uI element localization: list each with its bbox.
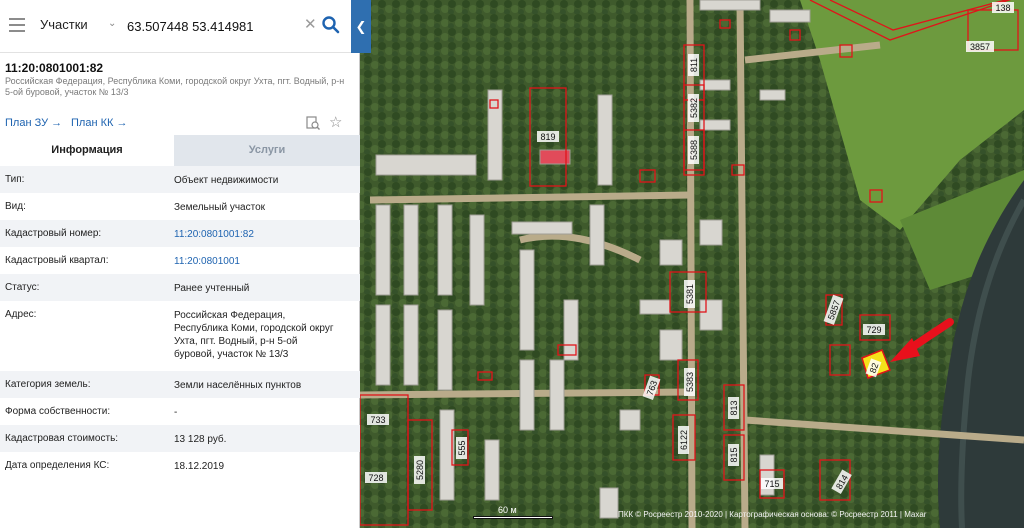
plan-zu-link[interactable]: План ЗУ →: [5, 117, 62, 129]
plot-number-label[interactable]: 813: [728, 397, 739, 419]
star-icon[interactable]: ☆: [329, 113, 342, 131]
info-row-status: Статус: Ранее учтенный: [0, 274, 360, 301]
scale-label: 60 м: [498, 505, 517, 515]
info-value: 13 128 руб.: [174, 434, 227, 445]
svg-text:5280: 5280: [415, 460, 425, 480]
svg-text:813: 813: [729, 400, 739, 415]
svg-text:5382: 5382: [689, 98, 699, 118]
cadastral-number-title: 11:20:0801001:82: [5, 61, 104, 75]
search-input[interactable]: [127, 16, 297, 36]
tab-services[interactable]: Услуги: [174, 135, 360, 166]
info-row-ownership: Форма собственности: -: [0, 398, 360, 425]
plot-number-label[interactable]: 815: [728, 444, 739, 466]
svg-text:715: 715: [764, 479, 779, 489]
svg-text:5383: 5383: [685, 372, 695, 392]
info-label: Адрес:: [5, 309, 37, 320]
info-label: Кадастровый номер:: [5, 228, 102, 239]
info-label: Кадастровый квартал:: [5, 255, 109, 266]
cadastral-quarter-link[interactable]: 11:20:0801001: [174, 255, 354, 268]
svg-text:555: 555: [457, 440, 467, 455]
svg-text:6122: 6122: [679, 430, 689, 450]
info-row-kind: Вид: Земельный участок: [0, 193, 360, 220]
tab-info[interactable]: Информация: [0, 135, 174, 166]
plot-number-label[interactable]: 5381: [684, 280, 695, 308]
svg-text:815: 815: [729, 447, 739, 462]
info-label: Статус:: [5, 282, 40, 293]
info-row-cadastral-number: Кадастровый номер: 11:20:0801001:82: [0, 220, 360, 247]
zoom-to-object-icon[interactable]: [306, 116, 320, 130]
plot-number-label[interactable]: 5388: [688, 136, 699, 164]
info-label: Вид:: [5, 201, 26, 212]
search-bar: Участки ⌄ ✕: [0, 0, 351, 53]
chevron-down-icon[interactable]: ⌄: [108, 18, 116, 29]
plot-number-label[interactable]: 715: [761, 478, 783, 489]
plot-number-label[interactable]: 555: [456, 437, 467, 459]
map-copyright: ПКК © Росреестр 2010-2020 | Картографиче…: [618, 510, 927, 519]
svg-text:728: 728: [368, 473, 383, 483]
info-label: Кадастровая стоимость:: [5, 433, 119, 444]
info-row-value-date: Дата определения КС: 18.12.2019: [0, 452, 360, 479]
cadastral-number-link[interactable]: 11:20:0801001:82: [174, 228, 354, 241]
layer-select[interactable]: Участки: [40, 17, 88, 32]
svg-text:733: 733: [370, 415, 385, 425]
search-icon[interactable]: [321, 15, 341, 35]
tabs: Информация Услуги: [0, 135, 360, 166]
svg-text:5388: 5388: [689, 140, 699, 160]
info-sidebar: Участки ⌄ ✕ ❮ 11:20:0801001:82 Российска…: [0, 0, 371, 528]
hamburger-menu-icon[interactable]: [9, 18, 25, 32]
info-value: Земельный участок: [174, 202, 266, 213]
svg-text:729: 729: [866, 325, 881, 335]
info-value: Земли населённых пунктов: [174, 380, 302, 391]
info-row-address: Адрес: Российская Федерация, Республика …: [0, 301, 360, 371]
plot-number-label[interactable]: 6122: [678, 426, 689, 454]
info-label: Категория земель:: [5, 379, 91, 390]
svg-text:5381: 5381: [685, 284, 695, 304]
plot-number-label[interactable]: 138: [992, 2, 1014, 13]
info-row-land-category: Категория земель: Земли населённых пункт…: [0, 371, 360, 398]
plot-number-label[interactable]: 733: [367, 414, 389, 425]
plot-number-label[interactable]: 5383: [684, 368, 695, 396]
svg-text:819: 819: [540, 132, 555, 142]
info-value: 18.12.2019: [174, 461, 225, 472]
info-value: Российская Федерация, Республика Коми, г…: [174, 310, 334, 360]
info-value: Объект недвижимости: [174, 175, 279, 186]
plot-number-label[interactable]: 811: [688, 54, 699, 76]
info-label: Форма собственности:: [5, 406, 111, 417]
info-row-cadastral-quarter: Кадастровый квартал: 11:20:0801001: [0, 247, 360, 274]
plot-number-label[interactable]: 3857: [966, 41, 994, 52]
scale-bar: [473, 516, 553, 519]
info-label: Дата определения КС:: [5, 460, 110, 471]
plot-number-label[interactable]: 728: [365, 472, 387, 483]
plot-number-label[interactable]: 819: [537, 131, 559, 142]
info-value: -: [174, 407, 178, 418]
plot-number-label[interactable]: 5280: [414, 456, 425, 484]
svg-text:3857: 3857: [970, 42, 990, 52]
info-row-type: Тип: Объект недвижимости: [0, 166, 360, 193]
svg-text:138: 138: [995, 3, 1010, 13]
info-label: Тип:: [5, 174, 25, 185]
address-subtitle: Российская Федерация, Республика Коми, г…: [5, 76, 345, 97]
info-row-cadastral-value: Кадастровая стоимость: 13 128 руб.: [0, 425, 360, 452]
svg-text:811: 811: [689, 58, 699, 72]
plan-kk-link[interactable]: План КК →: [71, 117, 127, 129]
collapse-panel-button[interactable]: ❮: [351, 0, 371, 53]
close-icon[interactable]: ✕: [304, 15, 317, 33]
info-value: Ранее учтенный: [174, 283, 250, 294]
plot-number-label[interactable]: 5382: [688, 94, 699, 122]
plot-number-label[interactable]: 729: [863, 324, 885, 335]
